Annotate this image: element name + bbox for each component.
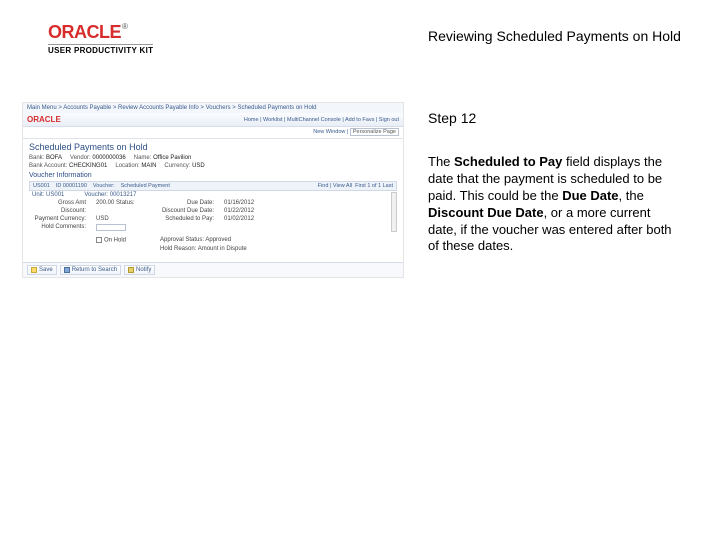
page-toolbar: New Window | Personalize Page [23,127,403,139]
field-name-scheduled-to-pay: Scheduled to Pay [454,154,562,169]
step-description: The Scheduled to Pay field displays the … [428,154,681,255]
oracle-wordmark: ORACLE [48,22,121,42]
app-header: ORACLE Home | Worklist | MultiChannel Co… [23,113,403,127]
section-label: Voucher Information [29,172,397,179]
breadcrumb: Main Menu > Accounts Payable > Review Ac… [23,103,403,113]
return-button: Return to Search [60,265,121,275]
save-button: Save [27,265,57,275]
oracle-logo: ORACLE® USER PRODUCTIVITY KIT [48,22,153,55]
notify-button: Notify [124,265,155,275]
field-name-due-date: Due Date [562,188,618,203]
action-bar: Save Return to Search Notify [23,262,403,277]
oracle-product-subtitle: USER PRODUCTIVITY KIT [48,44,153,55]
app-logo: ORACLE [27,115,61,124]
grid-header: US001 ID 00001190 Voucher: Scheduled Pay… [29,181,397,191]
personalize-link: Personalize Page [350,128,399,136]
step-number: Step 12 [428,110,476,126]
new-window-link: New Window [313,129,345,135]
on-hold-checkbox [96,237,102,243]
page-title: Reviewing Scheduled Payments on Hold [428,28,681,44]
page-body: Scheduled Payments on Hold Bank: BOFA Ve… [23,139,403,256]
trademark-symbol: ® [122,22,128,31]
hold-comments-input [96,224,126,231]
embedded-screenshot: Main Menu > Accounts Payable > Review Ac… [22,102,404,278]
notify-icon [128,267,134,273]
save-icon [31,267,37,273]
content-title: Scheduled Payments on Hold [29,142,397,152]
scrollbar [391,192,397,232]
field-name-discount-due-date: Discount Due Date [428,205,544,220]
header-links: Home | Worklist | MultiChannel Console |… [244,117,399,123]
return-icon [64,267,70,273]
